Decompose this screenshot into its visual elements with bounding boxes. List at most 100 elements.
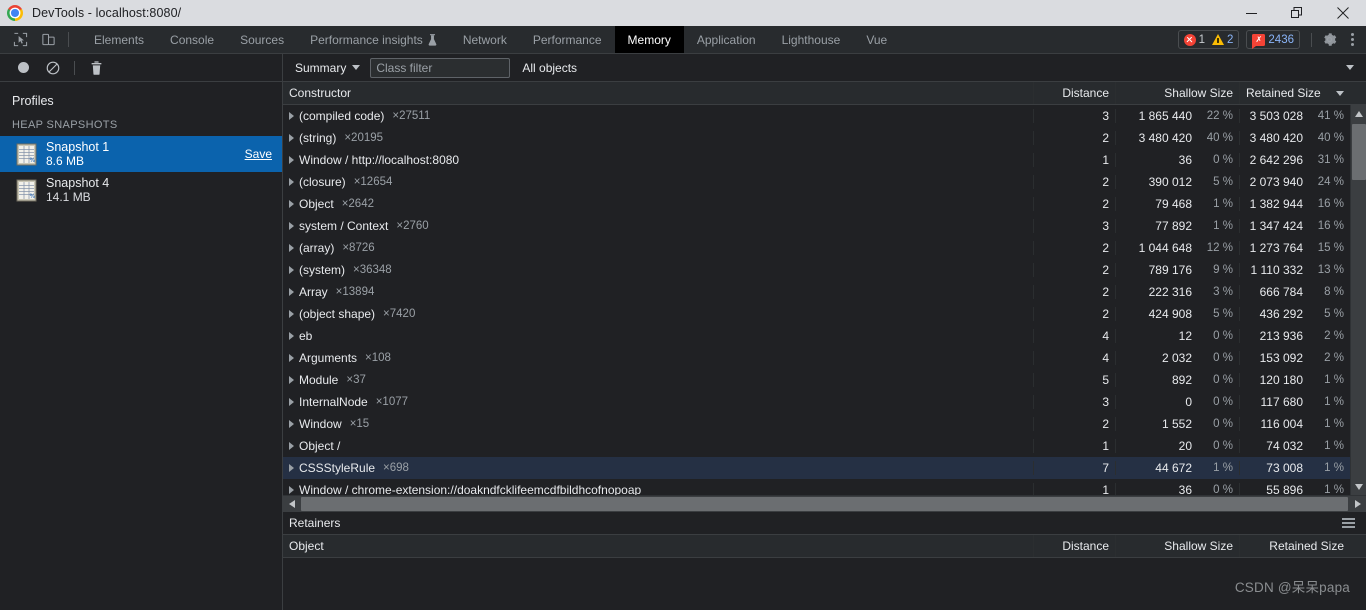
- table-row[interactable]: (compiled code) ×27511 3 1 865 440 22 % 3 503…: [283, 105, 1350, 127]
- tab-lighthouse[interactable]: Lighthouse: [769, 26, 854, 53]
- snapshot-item-4[interactable]: % Snapshot 4 14.1 MB: [0, 172, 282, 208]
- table-row[interactable]: (array) ×8726 2 1 044 648 12 % 1 273 764 15 %: [283, 237, 1350, 259]
- expand-triangle-icon[interactable]: [289, 442, 294, 450]
- view-mode-select[interactable]: Summary: [289, 57, 366, 79]
- table-row[interactable]: Arguments ×108 4 2 032 0 % 153 092 2 %: [283, 347, 1350, 369]
- console-counters[interactable]: 1 2: [1177, 30, 1240, 49]
- table-row[interactable]: Window / http://localhost:8080 1 36 0 % 2 64…: [283, 149, 1350, 171]
- cell-distance: 2: [1034, 307, 1116, 321]
- retainers-column-distance[interactable]: Distance: [1034, 535, 1116, 557]
- cell-shallow-size: 36 0 %: [1116, 153, 1240, 167]
- table-row[interactable]: eb 4 12 0 % 213 936 2 %: [283, 325, 1350, 347]
- cell-retained-size: 666 784 8 %: [1240, 285, 1350, 299]
- cell-distance: 2: [1034, 263, 1116, 277]
- table-row[interactable]: Module ×37 5 892 0 % 120 180 1 %: [283, 369, 1350, 391]
- expand-triangle-icon[interactable]: [289, 398, 294, 406]
- minimize-icon[interactable]: [1228, 0, 1274, 26]
- devtools-tabbar: Elements Console Sources Performance ins…: [0, 26, 1366, 54]
- table-row[interactable]: system / Context ×2760 3 77 892 1 % 1 347 424…: [283, 215, 1350, 237]
- expand-triangle-icon[interactable]: [289, 244, 294, 252]
- issues-counter[interactable]: ✗ 2436: [1246, 30, 1300, 49]
- gear-icon[interactable]: [1316, 32, 1342, 47]
- constructor-count: ×20195: [344, 132, 384, 144]
- close-icon[interactable]: [1320, 0, 1366, 26]
- horizontal-scroll-thumb[interactable]: [301, 496, 1348, 511]
- table-row[interactable]: Window ×15 2 1 552 0 % 116 004 1 %: [283, 413, 1350, 435]
- vertical-scrollbar[interactable]: [1350, 105, 1366, 495]
- class-filter-input[interactable]: [370, 57, 511, 78]
- column-header-retained-size[interactable]: Retained Size: [1240, 82, 1350, 104]
- expand-triangle-icon[interactable]: [289, 134, 294, 142]
- column-header-shallow-size[interactable]: Shallow Size: [1116, 82, 1240, 104]
- window-titlebar: DevTools - localhost:8080/: [0, 0, 1366, 26]
- expand-triangle-icon[interactable]: [289, 178, 294, 186]
- tab-vue[interactable]: Vue: [853, 26, 900, 53]
- horizontal-scrollbar[interactable]: [283, 495, 1366, 511]
- constructor-name: (closure): [299, 175, 346, 189]
- trash-icon[interactable]: [81, 54, 111, 82]
- device-toolbar-icon[interactable]: [34, 26, 62, 53]
- table-row[interactable]: CSSStyleRule ×698 7 44 672 1 % 73 008 1 %: [283, 457, 1350, 479]
- expand-triangle-icon[interactable]: [289, 464, 294, 472]
- issue-glyph: ✗: [1255, 34, 1263, 44]
- table-row[interactable]: (object shape) ×7420 2 424 908 5 % 436 292 5 %: [283, 303, 1350, 325]
- tab-elements[interactable]: Elements: [81, 26, 157, 53]
- vertical-scroll-track[interactable]: [1350, 122, 1366, 478]
- expand-triangle-icon[interactable]: [289, 222, 294, 230]
- tab-performance-insights[interactable]: Performance insights: [297, 26, 450, 53]
- expand-triangle-icon[interactable]: [289, 200, 294, 208]
- more-options-icon[interactable]: [1342, 33, 1362, 46]
- scroll-left-icon[interactable]: [283, 496, 300, 512]
- scroll-up-icon[interactable]: [1350, 105, 1366, 122]
- vertical-scroll-thumb[interactable]: [1351, 124, 1366, 180]
- tab-console[interactable]: Console: [157, 26, 227, 53]
- expand-triangle-icon[interactable]: [289, 112, 294, 120]
- scroll-right-icon[interactable]: [1349, 496, 1366, 512]
- constructor-name: Object /: [299, 439, 341, 453]
- horizontal-scroll-track[interactable]: [300, 496, 1349, 512]
- table-row[interactable]: (system) ×36348 2 789 176 9 % 1 110 332 13 %: [283, 259, 1350, 281]
- cell-shallow-size: 222 316 3 %: [1116, 285, 1240, 299]
- table-row[interactable]: InternalNode ×1077 3 0 0 % 117 680 1 %: [283, 391, 1350, 413]
- column-header-distance[interactable]: Distance: [1034, 82, 1116, 104]
- table-row[interactable]: Array ×13894 2 222 316 3 % 666 784 8 %: [283, 281, 1350, 303]
- retained-size-value: 117 680: [1260, 395, 1304, 409]
- expand-triangle-icon[interactable]: [289, 332, 294, 340]
- snapshot-item-1[interactable]: % Snapshot 1 8.6 MB Save: [0, 136, 282, 172]
- tab-application[interactable]: Application: [684, 26, 769, 53]
- expand-triangle-icon[interactable]: [289, 288, 294, 296]
- expand-triangle-icon[interactable]: [289, 420, 294, 428]
- retained-size-percent: 8 %: [1324, 286, 1344, 298]
- inspect-element-icon[interactable]: [6, 26, 34, 53]
- restore-icon[interactable]: [1274, 0, 1320, 26]
- expand-triangle-icon[interactable]: [289, 354, 294, 362]
- column-header-constructor[interactable]: Constructor: [283, 82, 1034, 104]
- retainers-header-scroll-pad: [1350, 535, 1366, 557]
- table-row[interactable]: Window / chrome-extension://doakndfcklif…: [283, 479, 1350, 495]
- record-heap-snapshot-icon[interactable]: [8, 54, 38, 82]
- expand-triangle-icon[interactable]: [289, 376, 294, 384]
- tab-memory[interactable]: Memory: [614, 26, 684, 53]
- hamburger-menu-icon[interactable]: [1342, 515, 1360, 531]
- tab-network[interactable]: Network: [450, 26, 520, 53]
- retainers-column-shallow-size[interactable]: Shallow Size: [1116, 535, 1240, 557]
- table-row[interactable]: Object ×2642 2 79 468 1 % 1 382 944 16 %: [283, 193, 1350, 215]
- cell-constructor: (compiled code) ×27511: [283, 109, 1034, 123]
- table-row[interactable]: (string) ×20195 2 3 480 420 40 % 3 480 420 40 …: [283, 127, 1350, 149]
- expand-triangle-icon[interactable]: [289, 486, 294, 494]
- window-title: DevTools - localhost:8080/: [32, 6, 182, 20]
- table-row[interactable]: Object / 1 20 0 % 74 032 1 %: [283, 435, 1350, 457]
- expand-triangle-icon[interactable]: [289, 156, 294, 164]
- tab-performance[interactable]: Performance: [520, 26, 615, 53]
- snapshot-save-link[interactable]: Save: [245, 147, 272, 161]
- clear-icon[interactable]: [38, 54, 68, 82]
- scroll-down-icon[interactable]: [1350, 478, 1366, 495]
- object-filter-select[interactable]: All objects: [516, 57, 1360, 79]
- expand-triangle-icon[interactable]: [289, 310, 294, 318]
- expand-triangle-icon[interactable]: [289, 266, 294, 274]
- retainers-column-object[interactable]: Object: [283, 535, 1034, 557]
- snapshot-icon: %: [16, 179, 37, 201]
- retainers-column-retained-size[interactable]: Retained Size: [1240, 535, 1350, 557]
- table-row[interactable]: (closure) ×12654 2 390 012 5 % 2 073 940 24 %: [283, 171, 1350, 193]
- tab-sources[interactable]: Sources: [227, 26, 297, 53]
